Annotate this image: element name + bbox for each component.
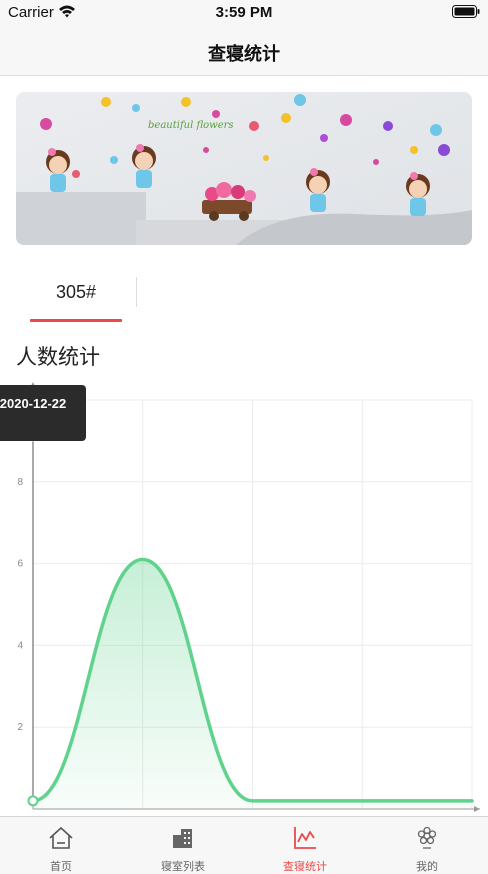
tab-dorm-list[interactable]: 寝室列表: [122, 817, 244, 874]
tab-inspection-stats-label: 查寝统计: [283, 861, 327, 873]
tab-profile-label: 我的: [416, 861, 438, 873]
tooltip-label: 2020-12-22: [0, 396, 66, 411]
tab-profile[interactable]: 我的: [366, 817, 488, 874]
x-axis-arrow: [474, 806, 480, 812]
battery-icon: [452, 5, 480, 18]
room-tab-indicator: [30, 319, 122, 322]
y-tick-label-3: 8: [17, 477, 23, 488]
headcount-chart[interactable]: 2468102020-12-22: [0, 380, 488, 816]
highlight-point: [27, 795, 39, 807]
stats-chart-icon: [294, 827, 316, 849]
y-tick-label-2: 6: [17, 559, 23, 570]
room-tab-label: 305#: [55, 282, 97, 302]
tab-dorm-list-label: 寝室列表: [161, 861, 205, 873]
navigation-bar: 查寝统计: [0, 24, 488, 76]
home-icon: [49, 826, 73, 849]
banner-illustration: beautiful flowers: [16, 92, 472, 245]
tooltip-box: [0, 385, 86, 441]
tab-inspection-stats[interactable]: 查寝统计: [244, 817, 366, 874]
room-tab-305[interactable]: 305#: [30, 270, 122, 322]
tab-home-label: 首页: [50, 861, 72, 873]
room-tab-divider: [136, 277, 137, 307]
section-title: 人数统计: [16, 346, 100, 369]
y-tick-label-0: 2: [17, 722, 23, 733]
status-time: 3:59 PM: [215, 4, 273, 21]
page-title: 查寝统计: [208, 44, 280, 64]
profile-flower-icon: [417, 826, 437, 849]
building-icon: [173, 829, 192, 848]
svg-text:beautiful flowers: beautiful flowers: [148, 120, 234, 131]
tab-bar: 首页 寝室列表 查寝统计 我的: [0, 816, 488, 874]
y-tick-label-1: 4: [17, 640, 23, 651]
status-bar: Carrier 3:59 PM: [0, 0, 488, 24]
banner-image: beautiful flowers: [16, 92, 472, 245]
tab-home[interactable]: 首页: [0, 817, 122, 874]
chart-svg: 2468102020-12-22: [0, 382, 480, 812]
